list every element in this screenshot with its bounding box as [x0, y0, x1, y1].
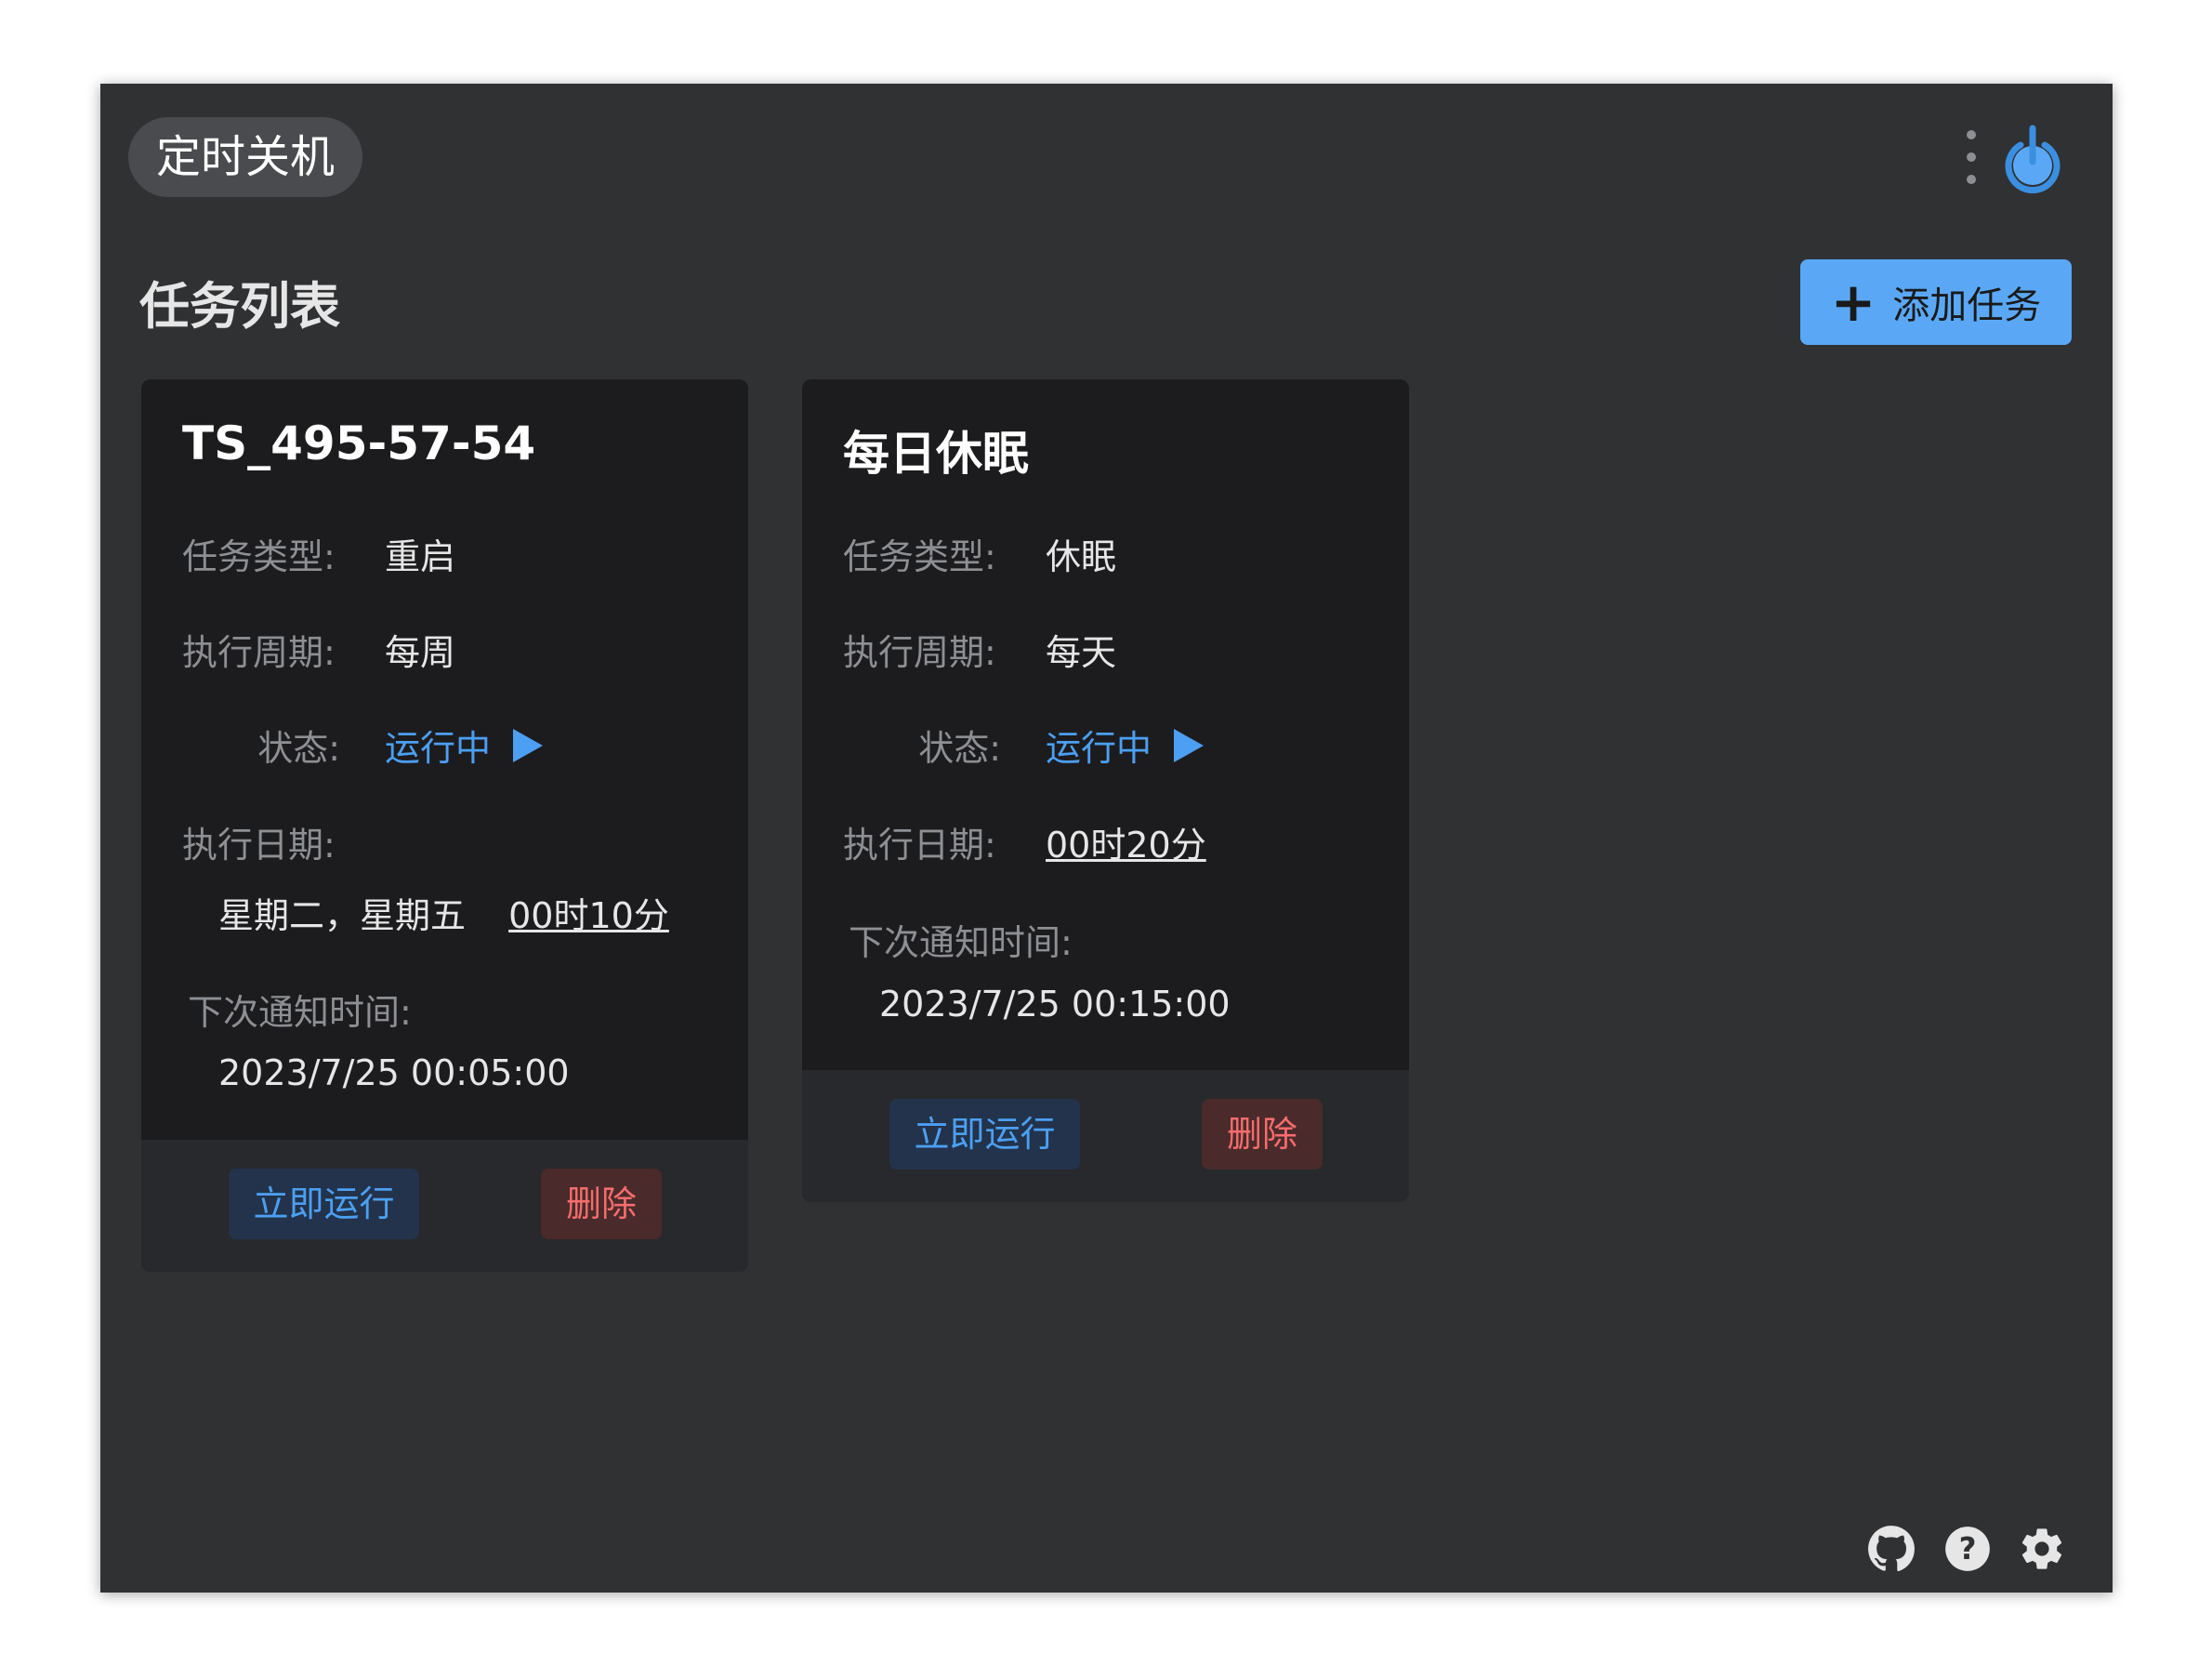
task-date-label: 执行日期:: [843, 825, 996, 866]
task-status-row: 状态: 运行中: [182, 720, 544, 771]
task-date-value: 星期二，星期五 00时10分: [218, 887, 669, 938]
task-card-footer: 立即运行 删除: [802, 1070, 1409, 1202]
task-cycle-value: 每天: [1046, 632, 1117, 673]
task-card: 每日休眠 任务类型: 休眠 执行周期: 每天 状态: 运行中 执行日期: 00时…: [802, 379, 1409, 1202]
run-now-button[interactable]: 立即运行: [889, 1099, 1080, 1170]
power-icon[interactable]: [2002, 123, 2063, 195]
task-date-time[interactable]: 00时20分: [1046, 816, 1206, 867]
app-title: 定时关机: [128, 117, 363, 197]
next-notify-label: 下次通知时间:: [188, 992, 412, 1033]
plus-icon: +: [1830, 271, 1876, 334]
more-menu-icon[interactable]: [1964, 130, 1979, 184]
task-status-value: 运行中: [1046, 728, 1152, 769]
delete-button[interactable]: 删除: [1202, 1099, 1323, 1170]
task-type-label: 任务类型:: [843, 536, 996, 577]
play-icon[interactable]: [513, 728, 544, 762]
task-date-row: 执行日期: 00时20分: [843, 816, 1206, 867]
next-notify-value: 2023/7/25 00:05:00: [218, 1052, 570, 1093]
task-cycle-label: 执行周期:: [843, 632, 996, 673]
task-date-label: 执行日期:: [182, 825, 336, 866]
add-task-label: 添加任务: [1892, 284, 2042, 327]
task-list-title: 任务列表: [139, 277, 340, 336]
task-status-label: 状态:: [918, 728, 1001, 769]
svg-text:?: ?: [1959, 1531, 1977, 1567]
task-type-value: 重启: [385, 536, 456, 577]
task-status-row: 状态: 运行中: [843, 720, 1205, 771]
task-status-label: 状态:: [257, 728, 340, 769]
task-name: TS_495-57-54: [182, 416, 536, 470]
run-now-button[interactable]: 立即运行: [229, 1169, 419, 1239]
play-icon[interactable]: [1174, 728, 1205, 762]
help-icon[interactable]: ?: [1943, 1525, 1992, 1573]
task-card-footer: 立即运行 删除: [141, 1140, 748, 1272]
task-card: TS_495-57-54 任务类型: 重启 执行周期: 每周 状态: 运行中 执…: [141, 379, 748, 1272]
task-type-value: 休眠: [1046, 536, 1117, 577]
task-type-row: 任务类型: 重启: [182, 528, 455, 579]
next-notify-value: 2023/7/25 00:15:00: [879, 984, 1231, 1025]
task-date-time[interactable]: 00时10分: [508, 895, 669, 936]
task-cycle-row: 执行周期: 每天: [843, 624, 1116, 675]
add-task-button[interactable]: + 添加任务: [1800, 259, 2072, 345]
task-status-value: 运行中: [385, 728, 492, 769]
task-date-days: 星期二，星期五: [218, 895, 467, 936]
github-icon[interactable]: [1867, 1525, 1916, 1573]
task-name: 每日休眠: [843, 427, 1029, 481]
task-cycle-row: 执行周期: 每周: [182, 624, 455, 675]
next-notify-label: 下次通知时间:: [849, 922, 1073, 963]
task-type-label: 任务类型:: [182, 536, 336, 577]
app-window: 定时关机 任务列表 + 添加任务 TS_495-57-54 任务类型: 重启 执…: [100, 84, 2113, 1593]
task-cycle-value: 每周: [385, 632, 456, 673]
task-cycle-label: 执行周期:: [182, 632, 336, 673]
task-type-row: 任务类型: 休眠: [843, 528, 1116, 579]
delete-button[interactable]: 删除: [541, 1169, 662, 1239]
settings-icon[interactable]: [2018, 1525, 2066, 1573]
